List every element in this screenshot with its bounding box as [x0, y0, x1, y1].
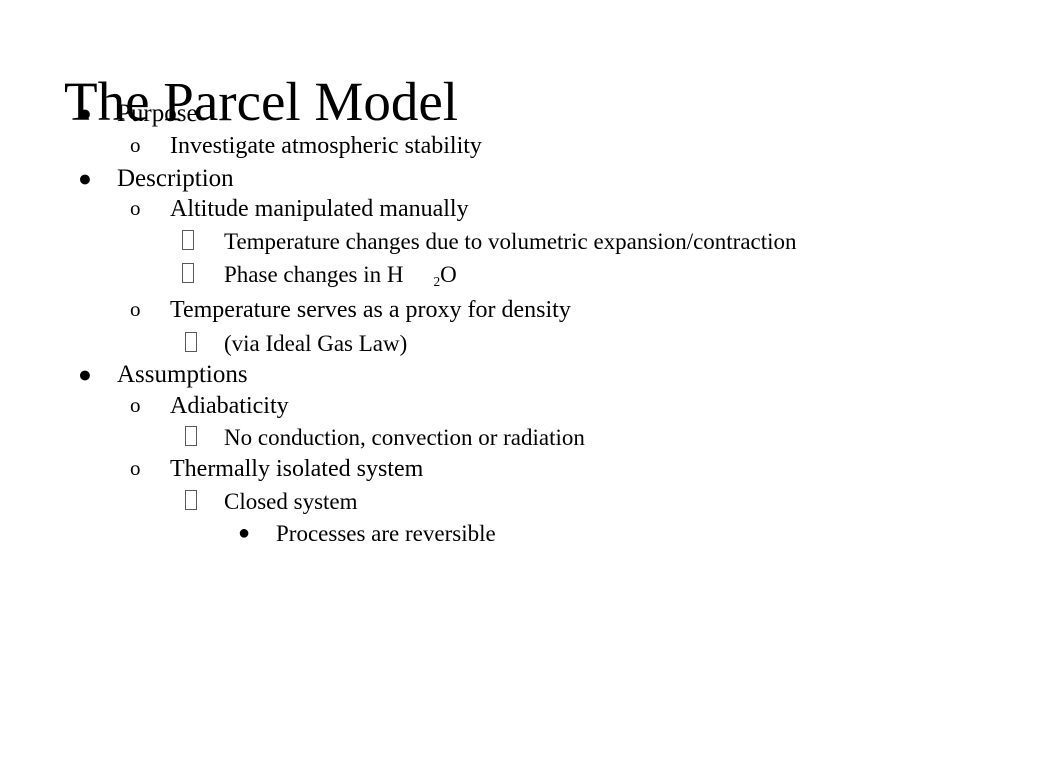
bullet-circle-icon: o: [130, 393, 141, 417]
bullet-missing-glyph-icon: [185, 332, 197, 352]
list-item-label: Altitude manipulated manually: [170, 196, 469, 222]
formula-suffix: O: [440, 262, 457, 287]
list-item-label: Processes are reversible: [276, 521, 496, 546]
list-item: ● Purpose: [0, 97, 1062, 130]
bullet-missing-glyph-icon: [185, 490, 197, 510]
bullet-circle-icon: o: [130, 133, 141, 157]
list-item: o Adiabaticity: [0, 390, 1062, 422]
list-item: o Temperature serves as a proxy for dens…: [0, 294, 1062, 326]
bullet-dot-icon: ●: [238, 522, 251, 544]
list-item: (via Ideal Gas Law): [0, 327, 1062, 360]
list-item-label: Thermally isolated system: [170, 456, 424, 482]
bullet-missing-glyph-icon: [185, 426, 197, 446]
bullet-dot-icon: ●: [78, 166, 92, 191]
list-item-label: Assumptions: [117, 361, 248, 388]
bullet-dot-icon: ●: [78, 362, 92, 387]
list-item: Temperature changes due to volumetric ex…: [0, 225, 1062, 258]
bullet-circle-icon: o: [130, 196, 141, 220]
bullet-circle-icon: o: [130, 456, 141, 480]
list-item: ● Processes are reversible: [0, 517, 1062, 550]
list-item: o Thermally isolated system: [0, 453, 1062, 485]
list-item: Closed system: [0, 485, 1062, 518]
list-item: ● Description: [0, 162, 1062, 195]
list-item: Phase changes in H 2O: [0, 258, 1062, 291]
bullet-dot-icon: ●: [78, 101, 92, 126]
bullet-missing-glyph-icon: [182, 263, 194, 283]
list-item-label: Closed system: [224, 489, 358, 514]
list-item-label: Investigate atmospheric stability: [170, 133, 482, 159]
bullet-missing-glyph-icon: [182, 230, 194, 250]
list-item-label: Purpose: [117, 100, 198, 127]
list-item: ● Assumptions: [0, 358, 1062, 391]
slide-canvas: The Parcel Model ● Purpose o Investigate…: [0, 0, 1062, 782]
list-item-label: Temperature serves as a proxy for densit…: [170, 297, 571, 323]
list-item-label: Temperature changes due to volumetric ex…: [224, 229, 797, 254]
formula-subscript: 2: [433, 274, 441, 289]
list-item: o Investigate atmospheric stability: [0, 130, 1062, 162]
list-item-label: (via Ideal Gas Law): [224, 331, 408, 356]
list-item: No conduction, convection or radiation: [0, 421, 1062, 454]
formula-prefix: Phase changes in H: [224, 262, 404, 287]
list-item: o Altitude manipulated manually: [0, 193, 1062, 225]
bullet-circle-icon: o: [130, 297, 141, 321]
list-item-label: No conduction, convection or radiation: [224, 425, 585, 450]
list-item-label: Adiabaticity: [170, 393, 289, 419]
list-item-label: Description: [117, 165, 234, 192]
list-item-label-formula: Phase changes in H 2O: [224, 258, 457, 294]
